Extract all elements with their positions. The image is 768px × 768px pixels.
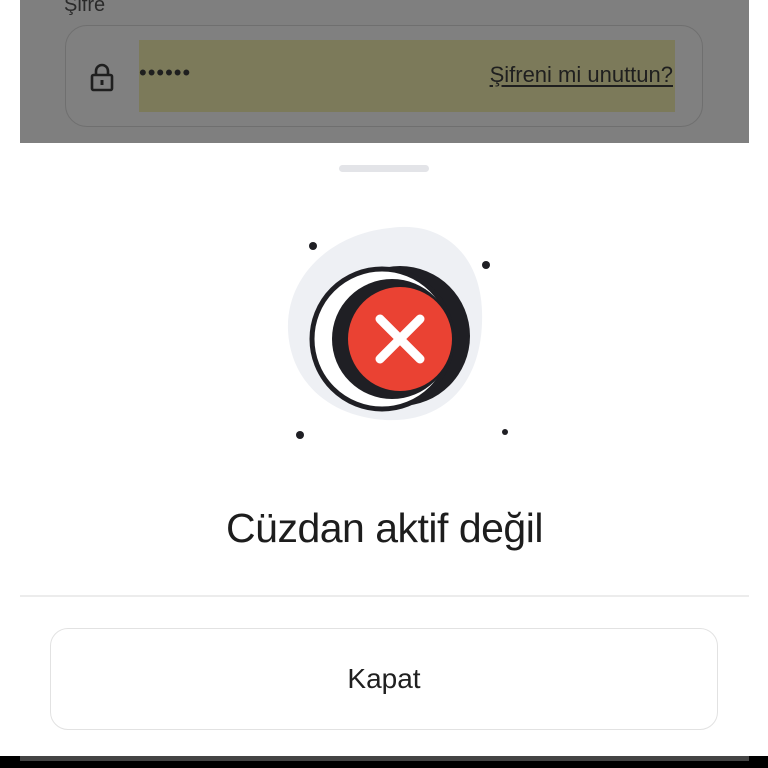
password-label: Şifre: [64, 0, 106, 16]
error-x-icon: [287, 226, 508, 439]
close-button[interactable]: Kapat: [50, 628, 718, 730]
dimmed-background-form: Şifre •••••• Şifreni mi unuttun?: [20, 0, 749, 143]
sheet-title: Cüzdan aktif değil: [226, 505, 543, 551]
right-gutter: [749, 0, 768, 768]
forgot-password-link[interactable]: Şifreni mi unuttun?: [490, 62, 673, 88]
password-value: ••••••: [139, 60, 192, 85]
drag-handle[interactable]: [339, 165, 429, 172]
lock-icon: [90, 63, 114, 92]
autofill-highlight: •••••• Şifreni mi unuttun?: [139, 40, 675, 112]
password-field[interactable]: •••••• Şifreni mi unuttun?: [65, 25, 703, 127]
left-gutter: [0, 0, 20, 768]
divider: [20, 595, 749, 597]
bottom-bar: [0, 756, 768, 768]
bottom-sheet: Cüzdan aktif değil Kapat: [20, 143, 749, 756]
